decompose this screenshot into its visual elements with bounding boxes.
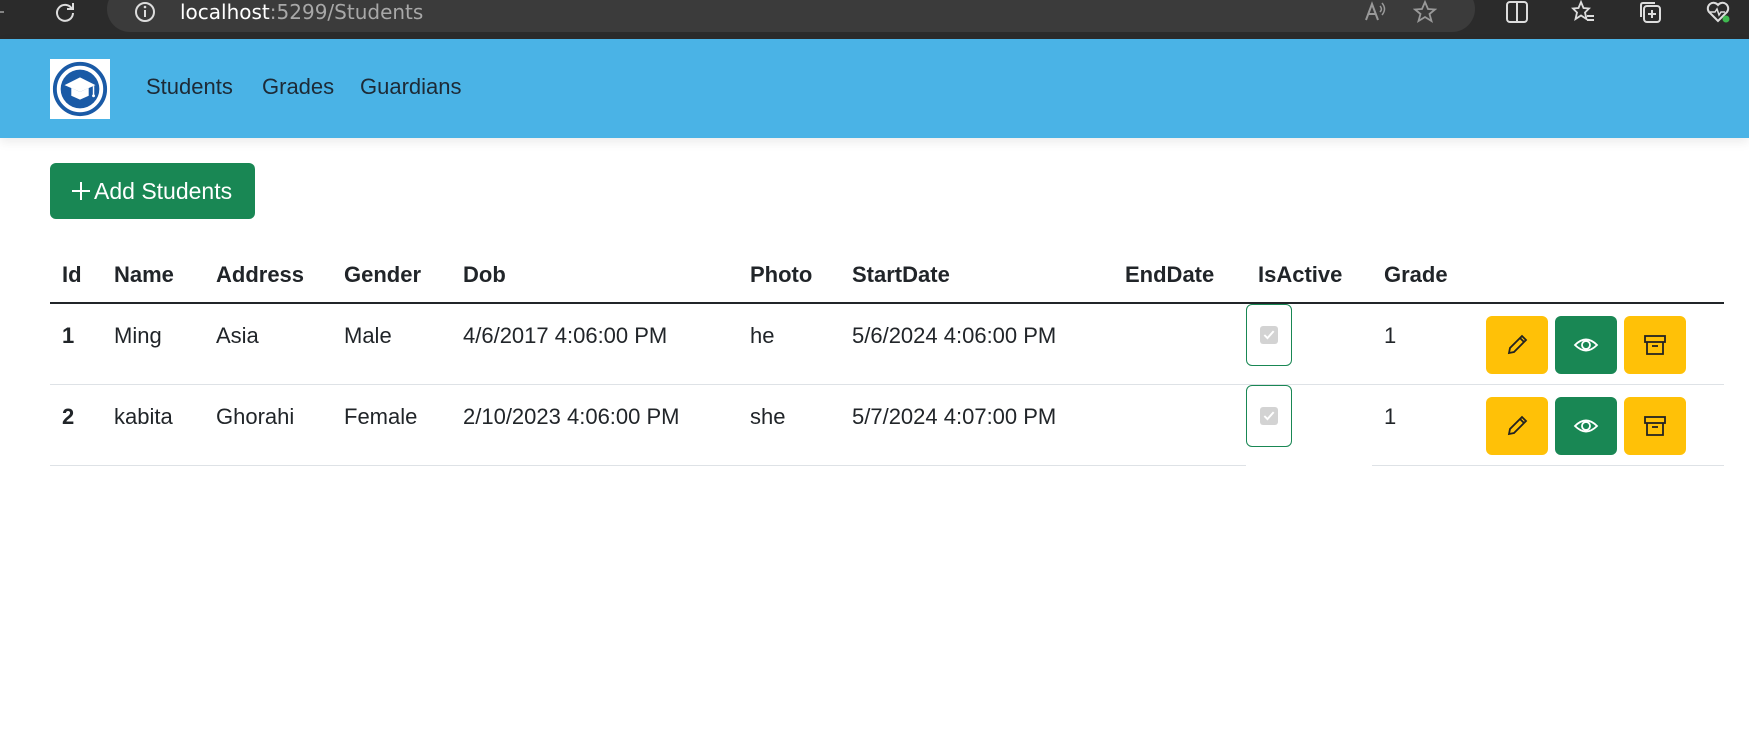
browser-toolbar: localhost:5299/Students (0, 0, 1749, 39)
archive-icon (1644, 335, 1666, 355)
add-students-button[interactable]: Add Students (50, 163, 255, 219)
cell-gender: Female (344, 404, 418, 429)
cell-address: Asia (216, 323, 259, 348)
header-photo: Photo (750, 262, 813, 287)
row-divider (50, 465, 1246, 466)
eye-icon (1573, 338, 1599, 352)
header-id: Id (62, 262, 82, 287)
pencil-icon (1507, 334, 1528, 355)
cell-startdate: 5/7/2024 4:07:00 PM (852, 404, 1057, 429)
row-divider (1372, 465, 1724, 466)
cell-grade: 1 (1384, 404, 1397, 429)
view-button[interactable] (1555, 316, 1617, 374)
header-gender: Gender (344, 262, 422, 287)
checkmark-icon (1263, 411, 1275, 421)
table-header-divider (50, 302, 1724, 304)
eye-icon (1573, 419, 1599, 433)
cell-dob: 4/6/2017 4:06:00 PM (463, 323, 668, 348)
plus-icon (72, 182, 90, 200)
cell-gender: Male (344, 323, 392, 348)
nav-link-grades[interactable]: Grades (262, 73, 334, 101)
navbar: Students Grades Guardians (0, 39, 1749, 138)
back-icon[interactable] (0, 0, 12, 24)
nav-link-students[interactable]: Students (146, 73, 233, 101)
isactive-checkbox-cell (1246, 385, 1292, 447)
refresh-icon[interactable] (52, 0, 78, 24)
url-text: localhost:5299/Students (180, 0, 423, 24)
read-aloud-icon[interactable] (1363, 0, 1387, 24)
isactive-checkbox-cell (1246, 304, 1292, 366)
favorite-star-icon[interactable] (1413, 0, 1437, 24)
split-screen-icon[interactable] (1504, 0, 1530, 24)
header-grade: Grade (1384, 262, 1448, 287)
checkmark-icon (1263, 330, 1275, 340)
archive-button[interactable] (1624, 316, 1686, 374)
header-enddate: EndDate (1125, 262, 1215, 287)
graduation-cap-logo-icon (52, 61, 108, 117)
archive-icon (1644, 416, 1666, 436)
cell-startdate: 5/6/2024 4:06:00 PM (852, 323, 1057, 348)
cell-dob: 2/10/2023 4:06:00 PM (463, 404, 680, 429)
site-info-icon[interactable] (133, 0, 157, 24)
cell-photo: she (750, 404, 786, 429)
pencil-icon (1507, 415, 1528, 436)
add-students-label: Add Students (94, 177, 233, 204)
cell-id: 1 (62, 323, 75, 348)
header-isactive: IsActive (1258, 262, 1343, 287)
nav-link-guardians[interactable]: Guardians (360, 73, 462, 101)
url-host: localhost (180, 0, 270, 24)
favorites-icon[interactable] (1570, 0, 1596, 24)
collections-icon[interactable] (1637, 0, 1663, 24)
isactive-checkbox[interactable] (1260, 326, 1278, 344)
health-icon[interactable] (1703, 0, 1733, 24)
address-bar[interactable]: localhost:5299/Students (107, 0, 1475, 32)
isactive-checkbox[interactable] (1260, 407, 1278, 425)
header-startdate: StartDate (852, 262, 950, 287)
cell-grade: 1 (1384, 323, 1397, 348)
edit-button[interactable] (1486, 316, 1548, 374)
row-divider (50, 384, 1724, 385)
cell-photo: he (750, 323, 775, 348)
archive-button[interactable] (1624, 397, 1686, 455)
header-dob: Dob (463, 262, 506, 287)
view-button[interactable] (1555, 397, 1617, 455)
header-name: Name (114, 262, 174, 287)
url-path: :5299/Students (269, 0, 424, 24)
cell-name: Ming (114, 323, 162, 348)
logo[interactable] (50, 59, 110, 119)
cell-address: Ghorahi (216, 404, 295, 429)
edit-button[interactable] (1486, 397, 1548, 455)
header-address: Address (216, 262, 305, 287)
cell-name: kabita (114, 404, 173, 429)
cell-id: 2 (62, 404, 75, 429)
